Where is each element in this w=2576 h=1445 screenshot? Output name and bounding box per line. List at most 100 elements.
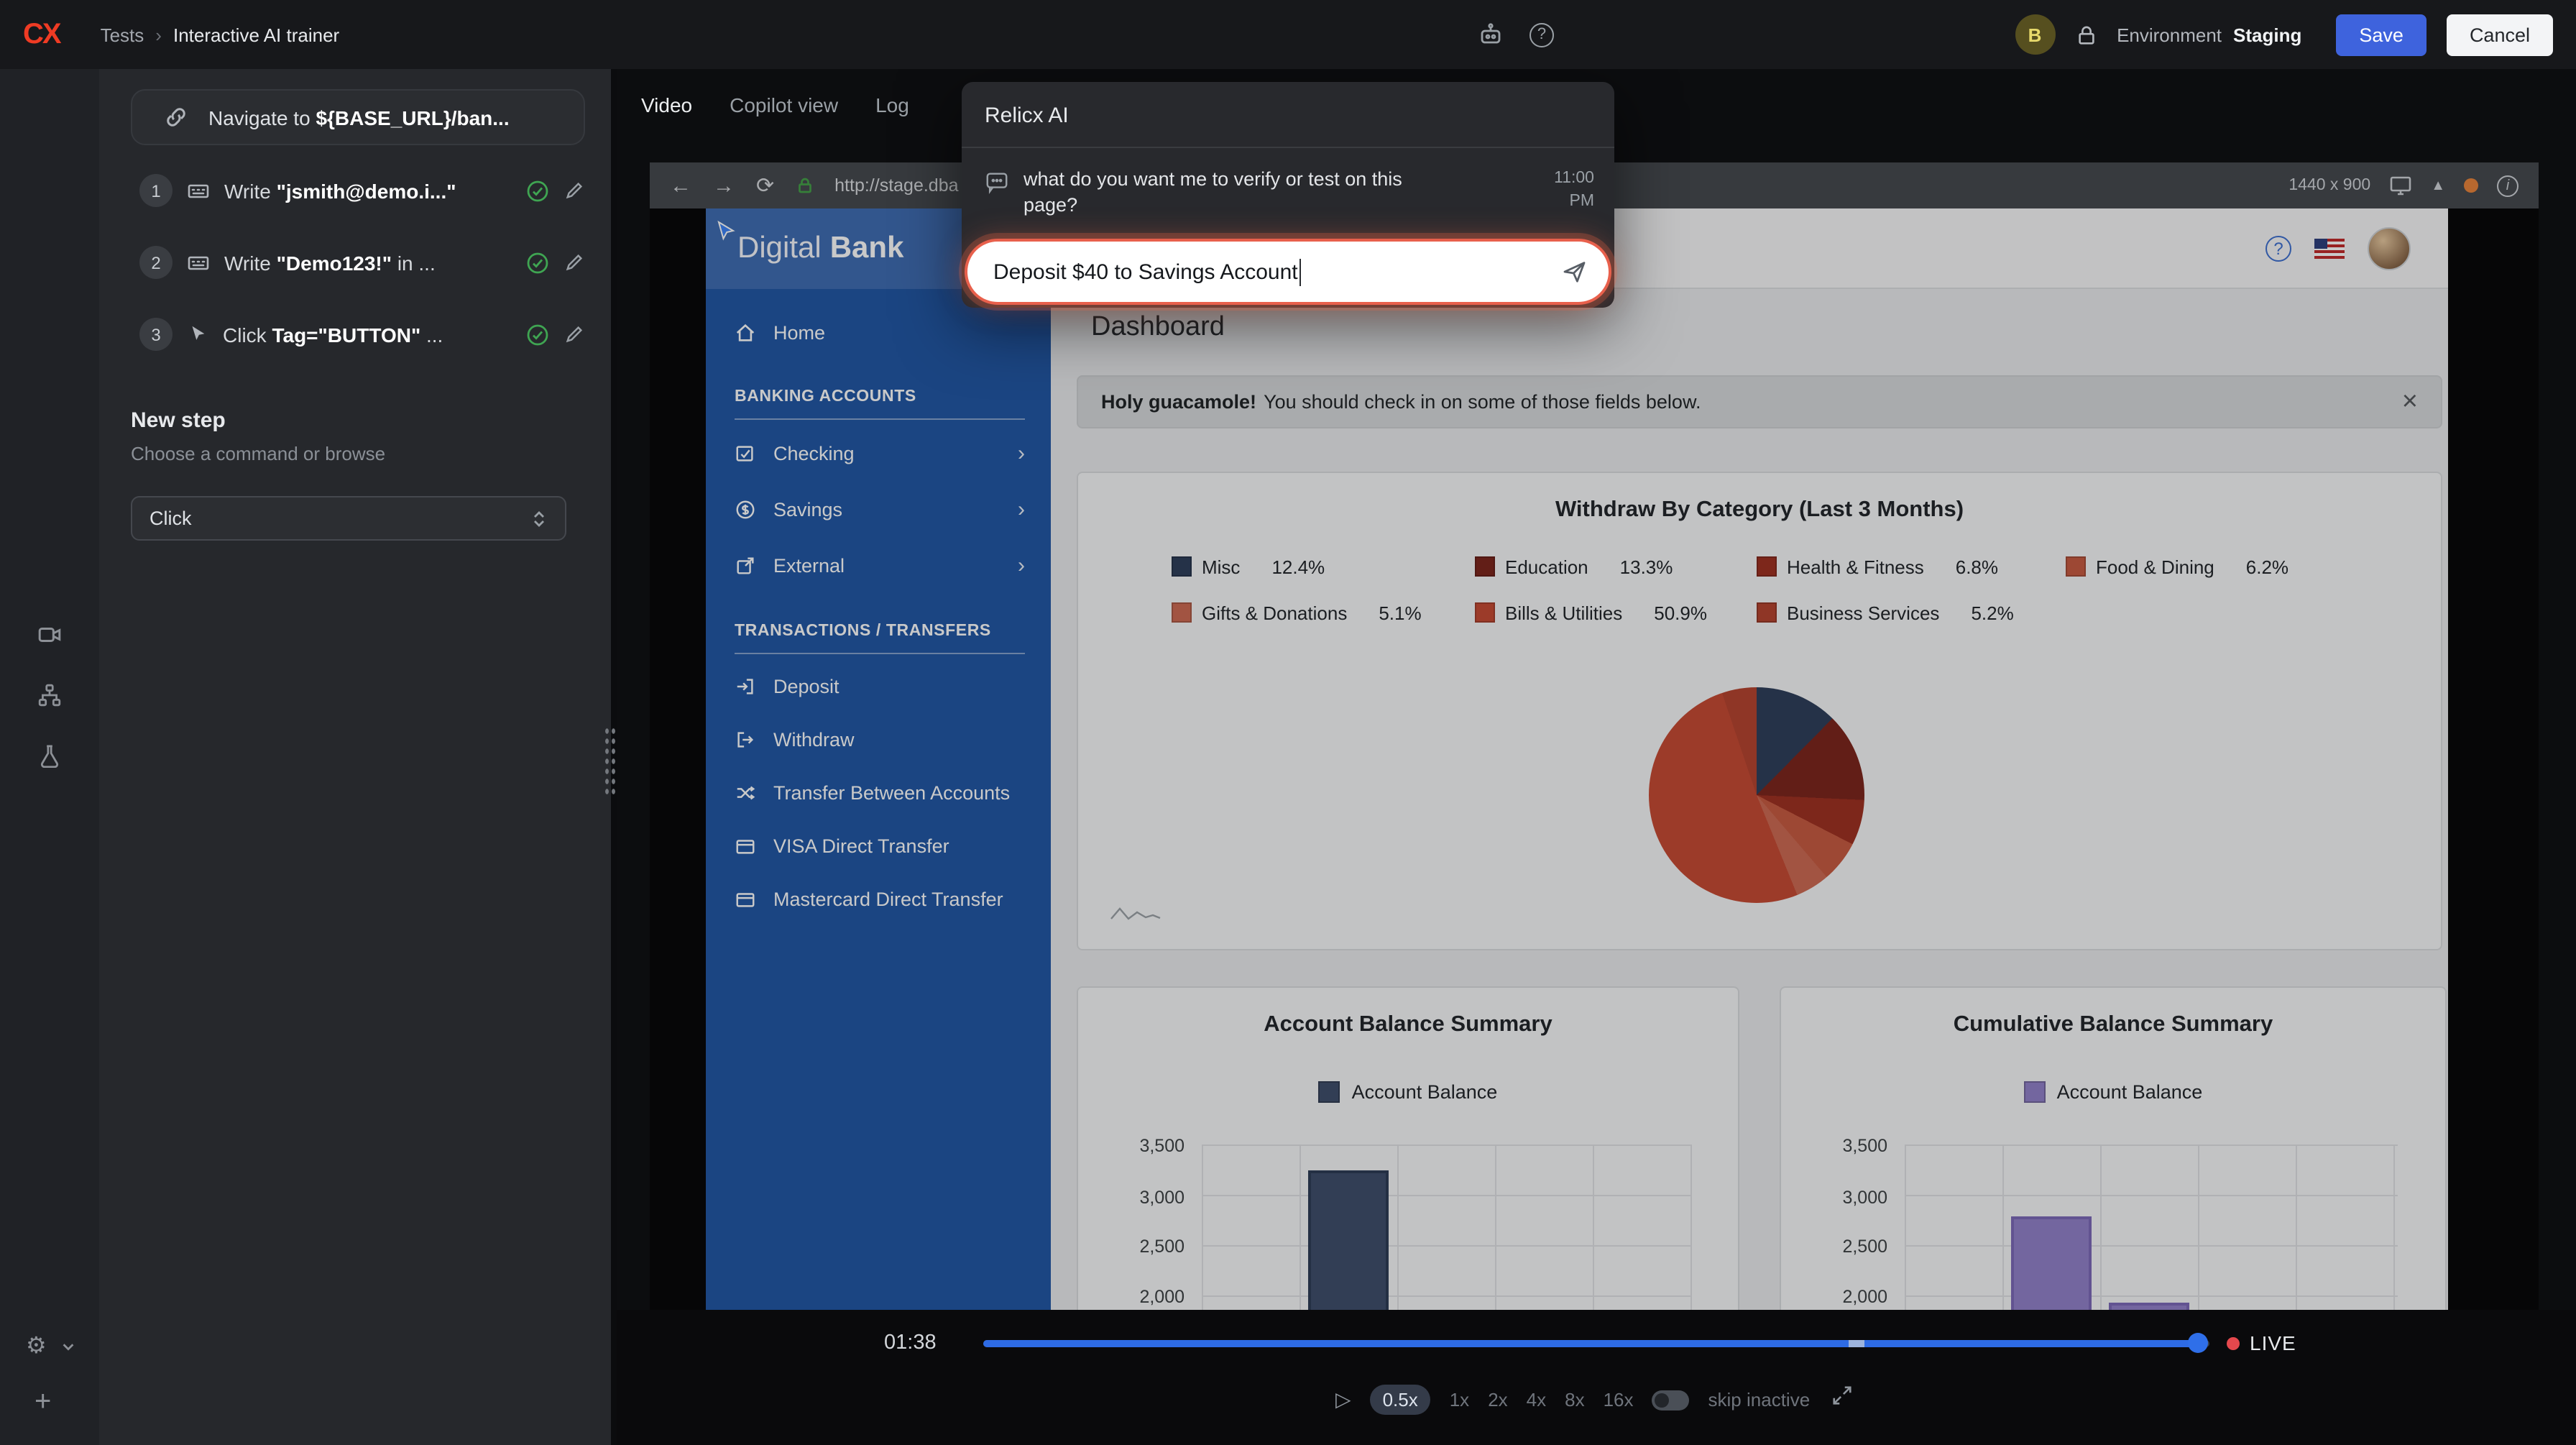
bank-section-accounts: BANKING ACCOUNTS [735,388,1025,420]
url-lock-icon [796,177,813,194]
edit-step-icon[interactable] [564,252,585,273]
new-step-hint: Choose a command or browse [131,443,585,464]
topbar: CX Tests › Interactive AI trainer ? B En… [0,0,2576,69]
fullscreen-icon[interactable] [1831,1385,1853,1406]
command-select[interactable]: Click [131,496,566,541]
external-link-icon [735,555,756,577]
step-success-icon [526,323,549,346]
video-camera-icon[interactable] [37,623,62,647]
speed-0-5x[interactable]: 0.5x [1370,1385,1431,1415]
user-avatar[interactable]: B [2015,14,2055,55]
seek-bar-marker [1849,1340,1864,1347]
bank-brand-bold: Bank [830,231,904,266]
bank-nav-transfer[interactable]: Transfer Between Accounts [735,766,1025,820]
legend-swatch [1172,556,1192,577]
cancel-button[interactable]: Cancel [2447,14,2553,55]
seek-bar[interactable] [983,1340,2209,1347]
us-flag-icon[interactable] [2314,238,2345,258]
step-number: 2 [139,246,172,279]
legend-swatch [1172,602,1192,623]
tab-copilot-view[interactable]: Copilot view [730,88,838,122]
robot-icon[interactable] [1478,22,1504,47]
y-tick: 3,000 [1104,1188,1184,1208]
bank-nav-home[interactable]: Home [735,306,1025,359]
speed-8x[interactable]: 8x [1565,1389,1584,1410]
deposit-icon [735,676,756,697]
step-row-1[interactable]: 1 Write "jsmith@demo.i..." [139,174,585,207]
select-chevrons-icon [530,508,548,528]
gear-icon[interactable]: ⚙ [26,1331,47,1360]
seek-handle[interactable] [2188,1333,2208,1353]
info-icon[interactable]: i [2497,175,2518,196]
skip-inactive-toggle[interactable] [1652,1390,1690,1410]
bank-nav-deposit[interactable]: Deposit [735,660,1025,713]
legend-label: Health & Fitness [1787,556,1924,577]
cursor-click-icon [187,324,208,345]
step-row-2[interactable]: 2 Write "Demo123!" in ... [139,246,585,279]
skip-inactive-label[interactable]: skip inactive [1708,1389,1811,1410]
play-icon[interactable]: ▷ [1335,1387,1351,1412]
legend-item: Bills & Utilities 50.9% [1475,601,1707,624]
add-icon[interactable]: + [34,1386,51,1419]
live-dot-icon [2227,1337,2240,1350]
bank-help-icon[interactable]: ? [2266,235,2291,261]
text-caret [1300,259,1302,286]
step-row-3[interactable]: 3 Click Tag="BUTTON" ... [139,318,585,351]
chat-bubble-icon [985,170,1009,194]
help-icon[interactable]: ? [1530,22,1554,47]
save-button[interactable]: Save [2336,14,2426,55]
bank-nav-checking[interactable]: Checking › [735,426,1025,482]
legend-swatch [1757,556,1777,577]
breadcrumb-tests[interactable]: Tests [101,24,144,45]
player-controls: ▷ 0.5x 1x 2x 4x 8x 16x skip inactive [1335,1385,1810,1415]
app-logo[interactable]: CX [23,18,60,51]
step-number: 3 [139,318,172,351]
legend-label: Account Balance [2057,1081,2203,1103]
tab-video[interactable]: Video [641,88,692,122]
bar-plot-area [1905,1144,2398,1310]
bank-nav-mastercard-transfer[interactable]: Mastercard Direct Transfer [735,873,1025,926]
reload-icon[interactable]: ⟳ [756,173,774,198]
bank-nav-label: Mastercard Direct Transfer [773,889,1003,910]
alert-bold-text: Holy guacamole! [1101,391,1256,413]
tab-log[interactable]: Log [875,88,909,122]
legend-item: Business Services 5.2% [1757,601,2014,624]
bank-nav-savings[interactable]: Savings › [735,482,1025,538]
send-icon[interactable] [1560,258,1588,287]
speed-4x[interactable]: 4x [1527,1389,1546,1410]
settings-row: ⚙ [26,1331,77,1360]
bar-chart-title: Account Balance Summary [1078,1012,1738,1038]
edit-step-icon[interactable] [564,324,585,345]
bank-nav-visa-transfer[interactable]: VISA Direct Transfer [735,820,1025,873]
panel-resize-handle[interactable] [604,726,617,795]
sparkline-icon[interactable] [1110,903,1162,923]
popup-title: Relicx AI [962,82,1614,148]
flask-icon[interactable] [37,743,62,768]
navigate-step-label: Navigate to ${BASE_URL}/ban... [208,106,510,129]
alert-close-icon[interactable]: × [2402,388,2418,416]
bank-nav-label: Savings [773,499,842,520]
flow-icon[interactable] [37,683,62,707]
live-label[interactable]: LIVE [2250,1331,2296,1354]
bank-nav-withdraw[interactable]: Withdraw [735,713,1025,766]
environment-value[interactable]: Staging [2233,24,2301,45]
speed-1x[interactable]: 1x [1450,1389,1469,1410]
y-tick: 3,500 [1807,1136,1887,1156]
bank-user-avatar[interactable] [2368,226,2411,270]
bank-nav-label: Transfer Between Accounts [773,782,1010,804]
navigate-step[interactable]: Navigate to ${BASE_URL}/ban... [131,89,585,145]
url-text[interactable]: http://stage.dba [834,175,958,196]
monitor-icon[interactable] [2389,174,2412,197]
bank-nav-external[interactable]: External › [735,538,1025,594]
forward-icon[interactable]: → [713,173,735,198]
edit-step-icon[interactable] [564,180,585,201]
assistant-message: what do you want me to verify or test on… [1024,167,1455,219]
assistant-input[interactable]: Deposit $40 to Savings Account [965,239,1611,306]
chevron-down-icon[interactable] [61,1338,77,1354]
speed-16x[interactable]: 16x [1604,1389,1634,1410]
alert-banner: Holy guacamole! You should check in on s… [1077,375,2442,428]
pointer-triangle-icon[interactable]: ▲ [2431,178,2445,193]
back-icon[interactable]: ← [670,173,691,198]
speed-2x[interactable]: 2x [1488,1389,1507,1410]
bank-nav-label: Home [773,322,825,344]
